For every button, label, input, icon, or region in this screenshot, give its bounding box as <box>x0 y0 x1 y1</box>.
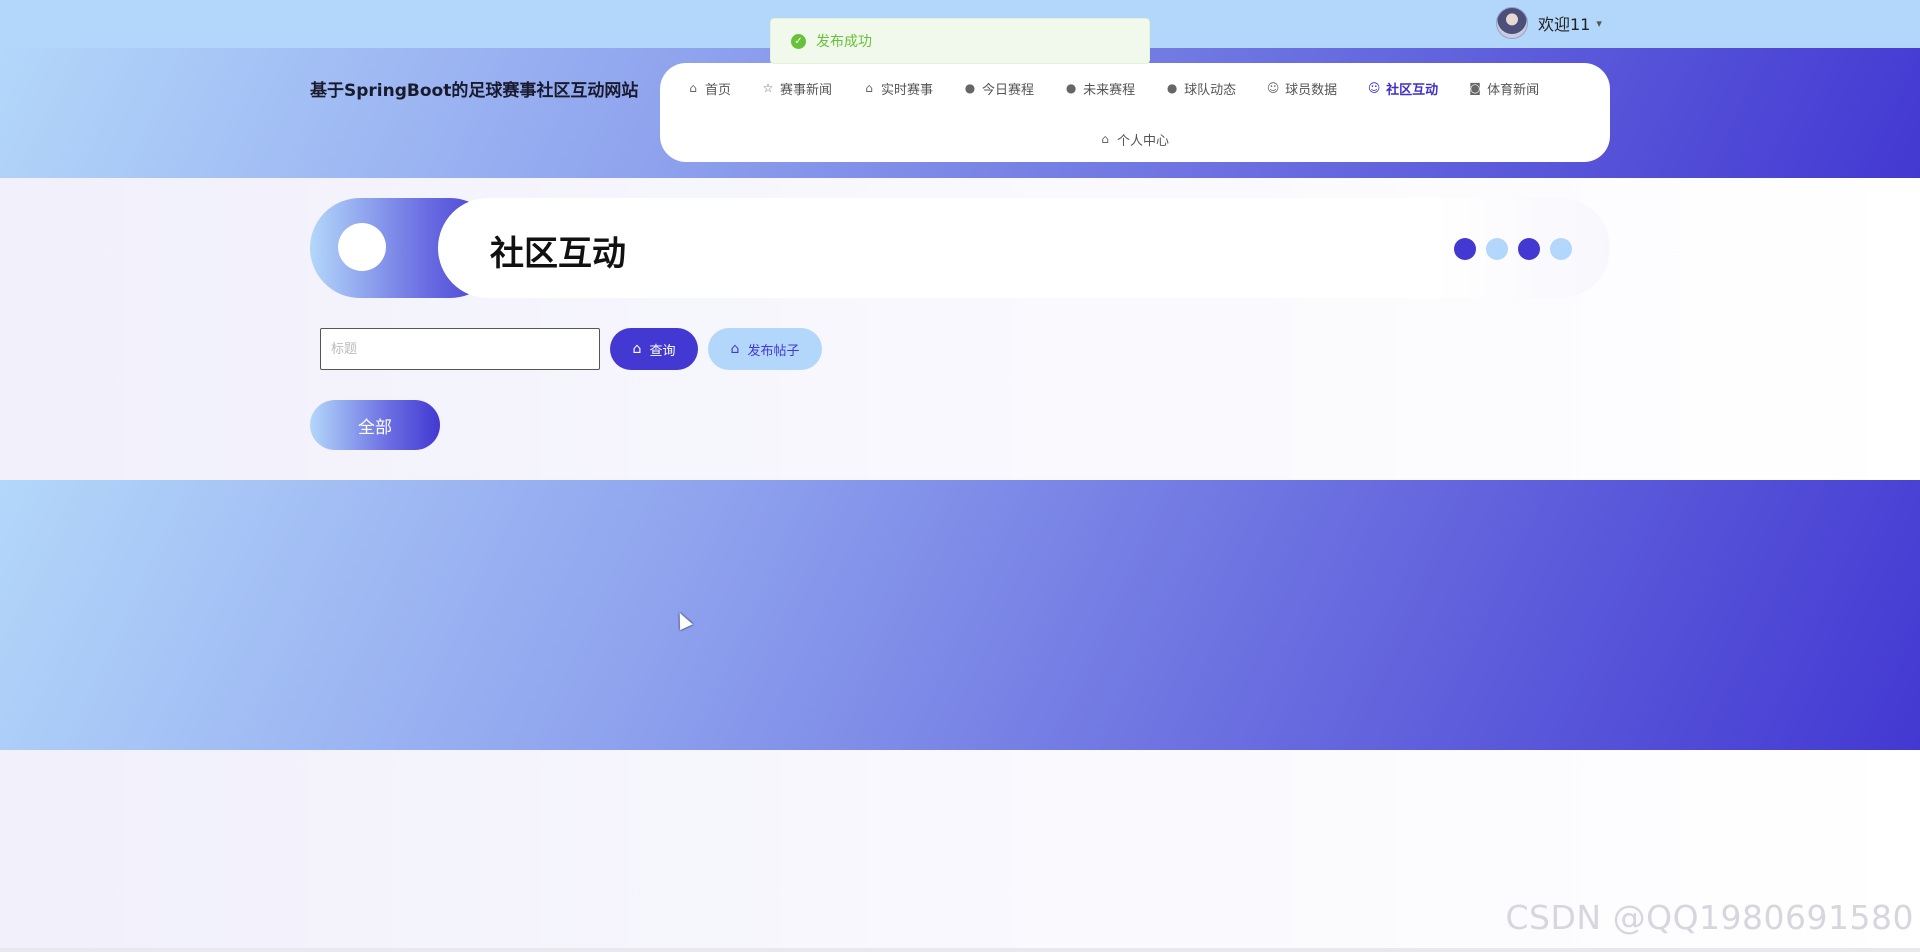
post-button-label: 发布帖子 <box>747 343 800 359</box>
nav-item-label: 实时赛事 <box>881 82 934 98</box>
nav-panel: ⌂ 首页 ☆ 赛事新闻 ⌂ 实时赛事 ● 今日赛程 ● 未来赛程 ● 球队动态 <box>660 63 1610 162</box>
nav-row: ⌂ 首页 ☆ 赛事新闻 ⌂ 实时赛事 ● 今日赛程 ● 未来赛程 ● 球队动态 <box>686 77 1539 99</box>
nav-item-future-schedule[interactable]: ● 未来赛程 <box>1064 77 1135 99</box>
home-icon: ⌂ <box>730 341 740 357</box>
nav-item-community[interactable]: ☺ 社区互动 <box>1367 77 1438 99</box>
info-icon: ● <box>1166 81 1178 95</box>
smile-icon: ☺ <box>1367 81 1381 95</box>
query-button-label: 查询 <box>649 343 676 359</box>
nav-item-today-schedule[interactable]: ● 今日赛程 <box>963 77 1034 99</box>
watermark: CSDN @QQ1980691580 <box>1505 898 1914 937</box>
dot <box>1518 238 1540 260</box>
nav-item-label: 未来赛程 <box>1083 82 1136 98</box>
page-title: 社区互动 <box>490 234 626 274</box>
nav-item-live-match[interactable]: ⌂ 实时赛事 <box>862 77 933 99</box>
title-search-input[interactable] <box>320 328 600 370</box>
bag-icon: ⌂ <box>865 81 873 95</box>
nav-item-match-news[interactable]: ☆ 赛事新闻 <box>761 77 832 99</box>
category-all-button[interactable]: 全部 <box>310 400 440 450</box>
nav-item-home[interactable]: ⌂ 首页 <box>686 77 731 99</box>
dot <box>1550 238 1572 260</box>
site-title: 基于SpringBoot的足球赛事社区互动网站 <box>310 81 639 101</box>
nav-item-label: 首页 <box>705 82 732 98</box>
star-icon: ☆ <box>762 81 774 95</box>
nav-item-label: 体育新闻 <box>1487 82 1540 98</box>
nav-item-team-news[interactable]: ● 球队动态 <box>1165 77 1236 99</box>
post-button[interactable]: ⌂ 发布帖子 <box>708 328 822 370</box>
smile-icon: ☺ <box>1266 81 1280 95</box>
bottom-divider <box>0 948 1920 952</box>
nav-item-player-data[interactable]: ☺ 球员数据 <box>1266 77 1337 99</box>
query-button[interactable]: ⌂ 查询 <box>610 328 698 370</box>
dot <box>1486 238 1508 260</box>
nav-item-label: 赛事新闻 <box>780 82 833 98</box>
user-menu[interactable]: 欢迎11 ▾ <box>1496 6 1602 40</box>
nav-item-label: 社区互动 <box>1386 82 1439 98</box>
nav-item-personal-center[interactable]: ⌂ 个人中心 <box>1098 128 1169 150</box>
page-banner: 社区互动 <box>310 198 1610 298</box>
dot <box>1454 238 1476 260</box>
success-toast: ✓ 发布成功 <box>770 18 1150 64</box>
caret-down-icon[interactable]: ▾ <box>1596 17 1602 30</box>
home-icon: ⌂ <box>689 81 697 95</box>
check-circle-icon: ✓ <box>791 33 806 49</box>
question-icon: ● <box>1065 81 1077 95</box>
avatar[interactable] <box>1496 7 1528 39</box>
nav-item-label: 球员数据 <box>1285 82 1338 98</box>
welcome-text[interactable]: 欢迎11 <box>1538 11 1590 35</box>
nav-item-label: 球队动态 <box>1184 82 1237 98</box>
banner-card: 社区互动 <box>438 198 1610 298</box>
decorative-dots <box>1454 238 1572 260</box>
info-icon: ● <box>964 81 976 95</box>
toast-message: 发布成功 <box>816 34 872 50</box>
nav-item-label: 个人中心 <box>1117 133 1170 149</box>
home-icon: ⌂ <box>632 341 642 357</box>
nav-item-sports-news[interactable]: ◙ 体育新闻 <box>1468 77 1539 99</box>
home-icon: ⌂ <box>1101 132 1109 146</box>
camera-icon: ◙ <box>1469 81 1481 95</box>
nav-item-label: 今日赛程 <box>982 82 1035 98</box>
banner-circle <box>338 223 386 271</box>
header: 基于SpringBoot的足球赛事社区互动网站 ⌂ 首页 ☆ 赛事新闻 ⌂ 实时… <box>0 48 1920 178</box>
footer-band <box>0 480 1920 750</box>
